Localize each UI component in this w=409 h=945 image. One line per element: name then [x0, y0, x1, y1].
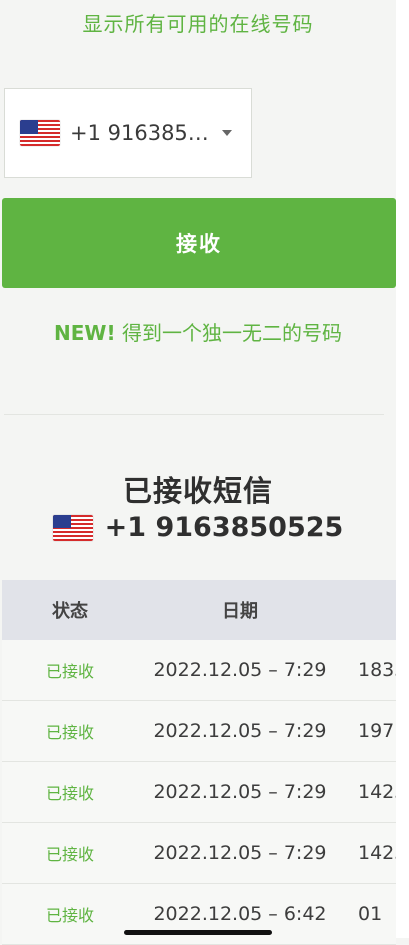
page-right-edge	[396, 0, 409, 938]
row-status: 已接收	[45, 906, 94, 925]
row-status: 已接收	[45, 723, 94, 742]
section-divider	[4, 414, 384, 415]
row-status: 已接收	[45, 845, 94, 864]
row-from: 1423	[358, 781, 396, 803]
show-all-numbers-link[interactable]: 显示所有可用的在线号码	[0, 8, 396, 37]
receive-button[interactable]: 接收	[2, 198, 396, 288]
home-indicator[interactable]	[124, 930, 272, 935]
row-status: 已接收	[45, 784, 94, 803]
header-status: 状态	[52, 601, 88, 622]
row-date: 2022.12.05 – 7:29	[153, 720, 327, 742]
phone-number-select[interactable]: +1 9163850525	[4, 88, 252, 178]
caret-down-icon	[222, 130, 232, 136]
promo-text: 得到一个独一无二的号码	[121, 321, 342, 345]
row-date: 2022.12.05 – 7:29	[153, 842, 327, 864]
sms-table: 状态 日期 已接收 2022.12.05 – 7:29 1833 已接收 202…	[2, 580, 396, 945]
row-from: 1833	[358, 659, 396, 681]
table-row[interactable]: 已接收 2022.12.05 – 7:29 1423	[2, 823, 396, 884]
row-status: 已接收	[45, 662, 94, 681]
new-badge: NEW!	[54, 321, 116, 345]
table-row[interactable]: 已接收 2022.12.05 – 6:42 01	[2, 884, 396, 945]
row-date: 2022.12.05 – 7:29	[153, 781, 327, 803]
table-row[interactable]: 已接收 2022.12.05 – 7:29 1423	[2, 762, 396, 823]
row-date: 2022.12.05 – 7:29	[153, 659, 327, 681]
row-date: 2022.12.05 – 6:42	[153, 903, 327, 925]
header-date: 日期	[222, 601, 258, 622]
get-unique-number-link[interactable]: NEW! 得到一个独一无二的号码	[0, 317, 396, 346]
us-flag-icon	[20, 120, 60, 146]
received-phone-line: +1 9163850525	[0, 512, 396, 543]
row-from: 1971	[358, 720, 396, 742]
table-row[interactable]: 已接收 2022.12.05 – 7:29 1833	[2, 640, 396, 701]
table-header: 状态 日期	[2, 580, 396, 640]
row-from: 1423	[358, 842, 396, 864]
us-flag-icon	[52, 514, 93, 541]
received-phone-number: +1 9163850525	[104, 512, 344, 543]
table-row[interactable]: 已接收 2022.12.05 – 7:29 1971	[2, 701, 396, 762]
received-sms-title: 已接收短信	[122, 474, 273, 508]
row-from: 01	[358, 903, 383, 925]
selected-number: +1 9163850525	[70, 121, 210, 145]
